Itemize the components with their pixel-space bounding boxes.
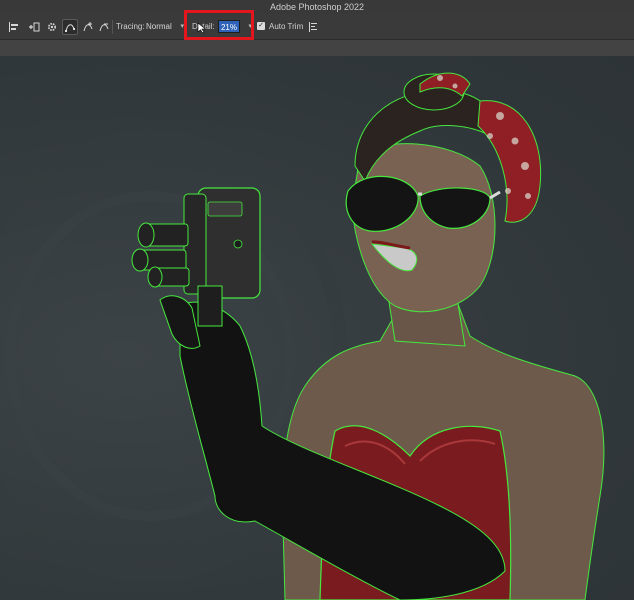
tracing-value: Normal xyxy=(146,22,172,31)
document-canvas[interactable] xyxy=(0,56,634,600)
tracing-dropdown[interactable]: Normal ▾ xyxy=(146,20,184,34)
options-bar: Tracing: Normal ▾ Detail: 21% ▾ ✓ Auto T… xyxy=(0,14,634,40)
detail-highlight-box xyxy=(184,10,254,40)
add-to-path-icon[interactable] xyxy=(26,19,42,35)
arrow-cursor-icon xyxy=(197,22,207,34)
auto-trim-checkbox[interactable]: ✓ xyxy=(257,22,265,30)
window-title: Adobe Photoshop 2022 xyxy=(0,0,634,14)
checkmark-icon: ✓ xyxy=(258,22,264,29)
auto-trim-label: Auto Trim xyxy=(269,22,304,31)
path-options-icon[interactable] xyxy=(306,19,322,35)
align-left-icon[interactable] xyxy=(6,19,22,35)
path-add-icon[interactable] xyxy=(80,19,96,35)
gear-icon[interactable] xyxy=(44,19,60,35)
toolbar-separator xyxy=(112,20,113,34)
path-subtract-icon[interactable] xyxy=(96,19,112,35)
path-mode-icon[interactable] xyxy=(62,19,78,35)
traced-photo xyxy=(0,72,605,600)
document-tab-bar xyxy=(0,40,634,56)
tracing-label: Tracing: xyxy=(116,22,145,31)
